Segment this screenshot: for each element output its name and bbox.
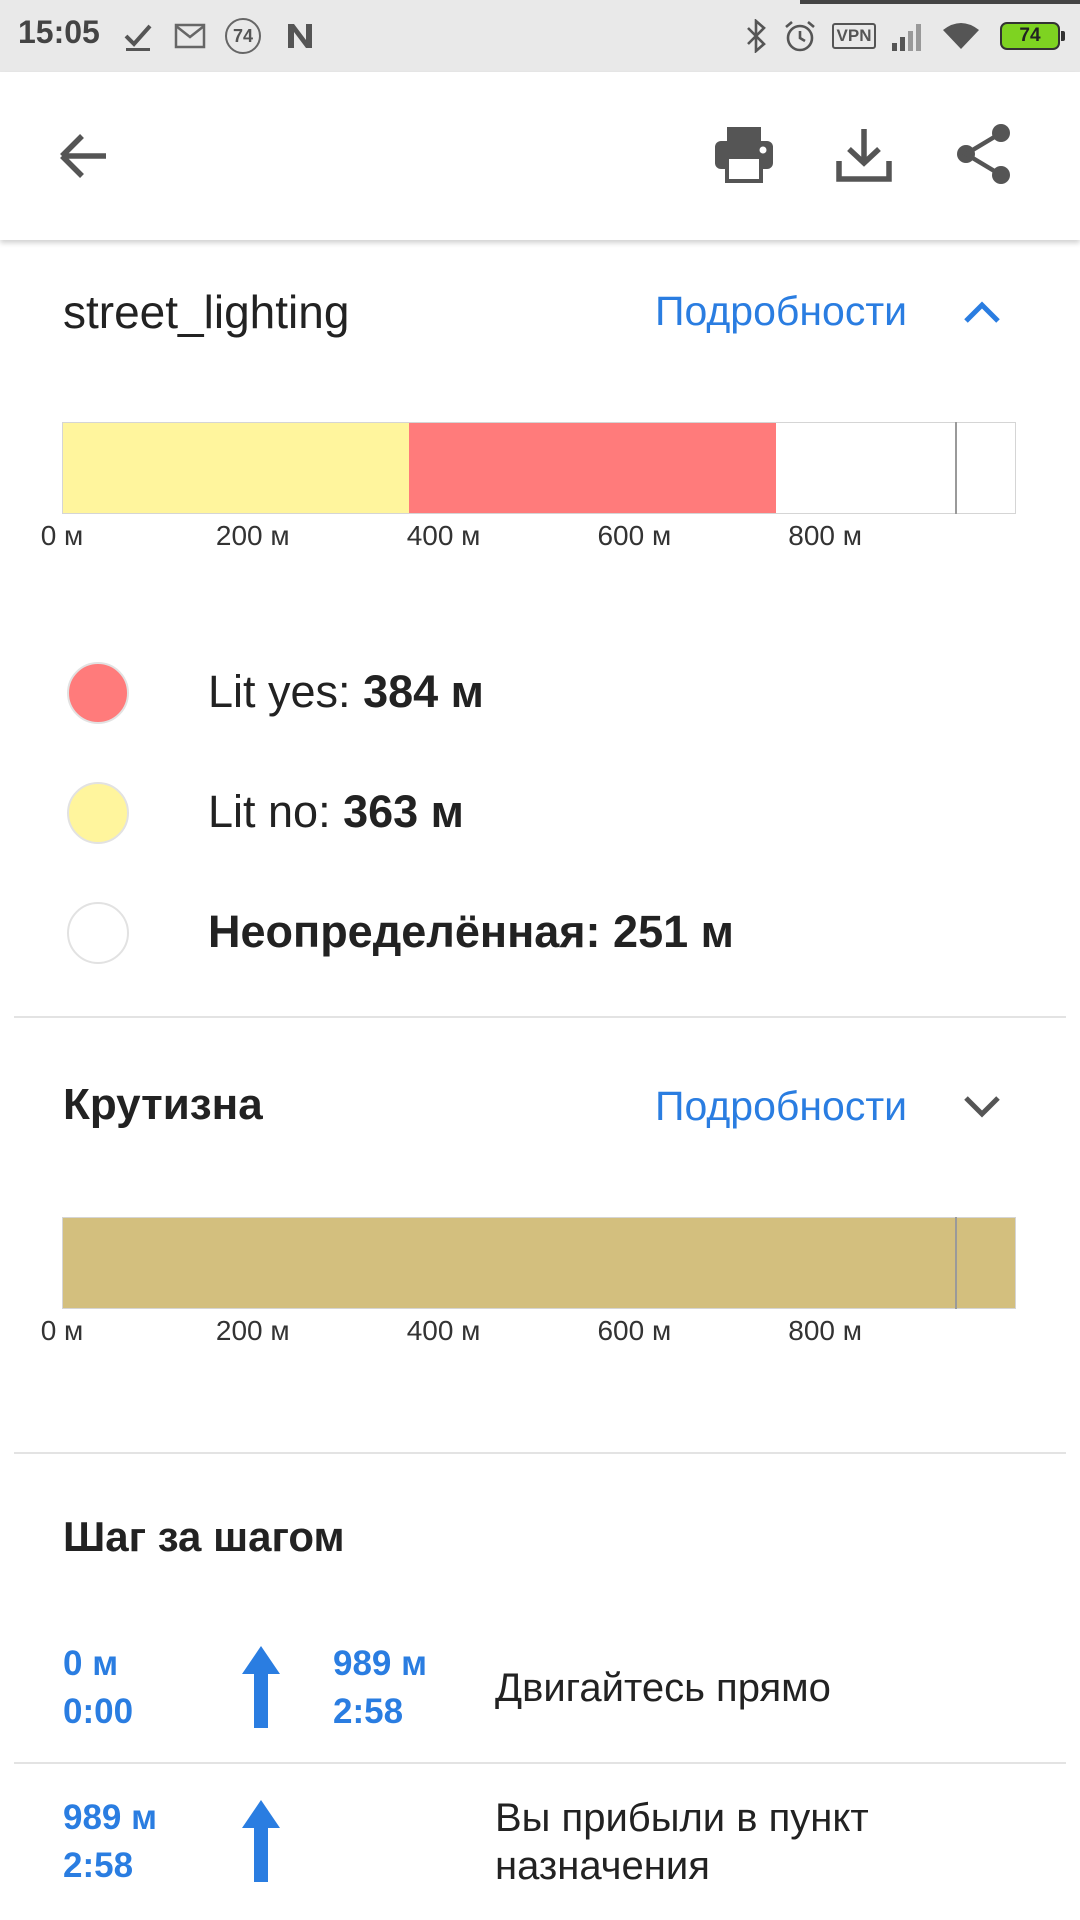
legend-item: Lit yes: 384 м xyxy=(0,650,1080,750)
lighting-details-link[interactable]: Подробности xyxy=(655,288,907,335)
steepness-distance-bar xyxy=(62,1217,1016,1309)
arrow-up-icon xyxy=(240,1796,282,1889)
legend-color-dot xyxy=(67,782,129,844)
lighting-distance-bar xyxy=(62,422,1016,514)
share-icon xyxy=(957,124,1010,184)
step-end-time: 2:58 xyxy=(333,1692,404,1731)
step-start-distance: 0 м xyxy=(63,1644,119,1683)
check-icon xyxy=(120,16,156,56)
steepness-tick-label: 600 м xyxy=(597,1315,672,1346)
step-end-distance: 989 м xyxy=(333,1644,428,1683)
lighting-section-title: street_lighting xyxy=(63,286,350,338)
lighting-bar-end-marker xyxy=(954,422,957,514)
mail-icon xyxy=(172,16,208,56)
step-start-time: 2:58 xyxy=(63,1846,134,1885)
step-instruction: Вы прибыли в пункт назначения xyxy=(495,1796,869,1888)
legend-color-dot xyxy=(67,662,129,724)
legend-label: Lit yes: 384 м xyxy=(208,666,484,717)
lighting-tick-label: 600 м xyxy=(597,520,672,551)
lighting-legend: Lit yes: 384 м Lit no: 363 м Неопределённа… xyxy=(0,650,1080,990)
steepness-axis-ticks: 0 м 200 м 400 м 600 м 800 м xyxy=(0,1315,1080,1355)
steepness-expand-button[interactable] xyxy=(952,1077,1012,1137)
legend-item: Неопределённая: 251 м xyxy=(0,890,1080,990)
lighting-tick-label: 800 м xyxy=(788,520,862,551)
share-button[interactable] xyxy=(944,114,1024,194)
vpn-icon: VPN xyxy=(830,16,878,56)
steepness-tick-label: 400 м xyxy=(406,1315,481,1346)
lighting-axis-ticks: 0 м 200 м 400 м 600 м 800 м xyxy=(0,520,1080,560)
alarm-icon xyxy=(780,16,820,56)
vpn-label: VPN xyxy=(831,23,877,49)
steepness-details-link[interactable]: Подробности xyxy=(655,1083,907,1130)
step-row[interactable]: 989 м 2:58 Вы прибыли в пункт назначения xyxy=(0,1770,1080,1920)
status-time: 15:05 xyxy=(18,14,100,50)
download-icon xyxy=(836,129,892,182)
lighting-bar-segment-1 xyxy=(63,423,410,513)
legend-label: Неопределённая: 251 м xyxy=(208,906,734,957)
divider xyxy=(14,1016,1066,1018)
lighting-bar-segment-2 xyxy=(409,423,776,513)
status-bar: 15:05 74 VPN 74 xyxy=(0,0,1080,72)
lighting-tick-label: 0 м xyxy=(40,520,84,551)
bluetooth-icon xyxy=(742,16,772,56)
steepness-tick-label: 200 м xyxy=(215,1315,290,1346)
badge-74-icon: 74 xyxy=(222,16,264,56)
steepness-bar-segment-1 xyxy=(63,1218,1015,1308)
chevron-up-icon xyxy=(964,301,1000,323)
battery-icon: 74 xyxy=(995,16,1065,56)
lighting-bar-segment-3 xyxy=(775,423,1015,513)
steepness-bar-end-marker xyxy=(954,1217,957,1309)
n-logo-icon xyxy=(282,16,318,56)
wifi-icon xyxy=(940,16,982,56)
legend-label: Lit no: 363 м xyxy=(208,786,464,837)
legend-color-dot xyxy=(67,902,129,964)
step-start-time: 0:00 xyxy=(63,1692,134,1731)
step-row[interactable]: 0 м 0:00 989 м 2:58 Двигайтесь прямо xyxy=(0,1618,1080,1762)
steps-section-title: Шаг за шагом xyxy=(63,1513,345,1560)
status-bar-indicator-line xyxy=(800,0,1080,4)
steepness-tick-label: 800 м xyxy=(788,1315,862,1346)
chevron-down-icon xyxy=(964,1096,1000,1118)
battery-level: 74 xyxy=(1019,25,1041,46)
legend-item: Lit no: 363 м xyxy=(0,770,1080,870)
arrow-left-icon xyxy=(60,134,106,178)
arrow-up-icon xyxy=(240,1642,282,1735)
print-icon xyxy=(715,127,773,183)
step-start-distance: 989 м xyxy=(63,1798,158,1837)
signal-icon xyxy=(888,16,928,56)
divider xyxy=(14,1452,1066,1454)
app-bar xyxy=(0,72,1080,240)
back-button[interactable] xyxy=(44,120,124,192)
steepness-section-title: Крутизна xyxy=(63,1080,263,1129)
badge-74-text: 74 xyxy=(225,18,261,54)
lighting-collapse-button[interactable] xyxy=(952,282,1012,342)
download-button[interactable] xyxy=(824,114,904,194)
print-button[interactable] xyxy=(704,114,784,194)
divider xyxy=(14,1762,1066,1764)
lighting-tick-label: 200 м xyxy=(215,520,290,551)
steepness-tick-label: 0 м xyxy=(40,1315,84,1346)
step-instruction: Двигайтесь прямо xyxy=(495,1666,831,1710)
lighting-tick-label: 400 м xyxy=(406,520,481,551)
